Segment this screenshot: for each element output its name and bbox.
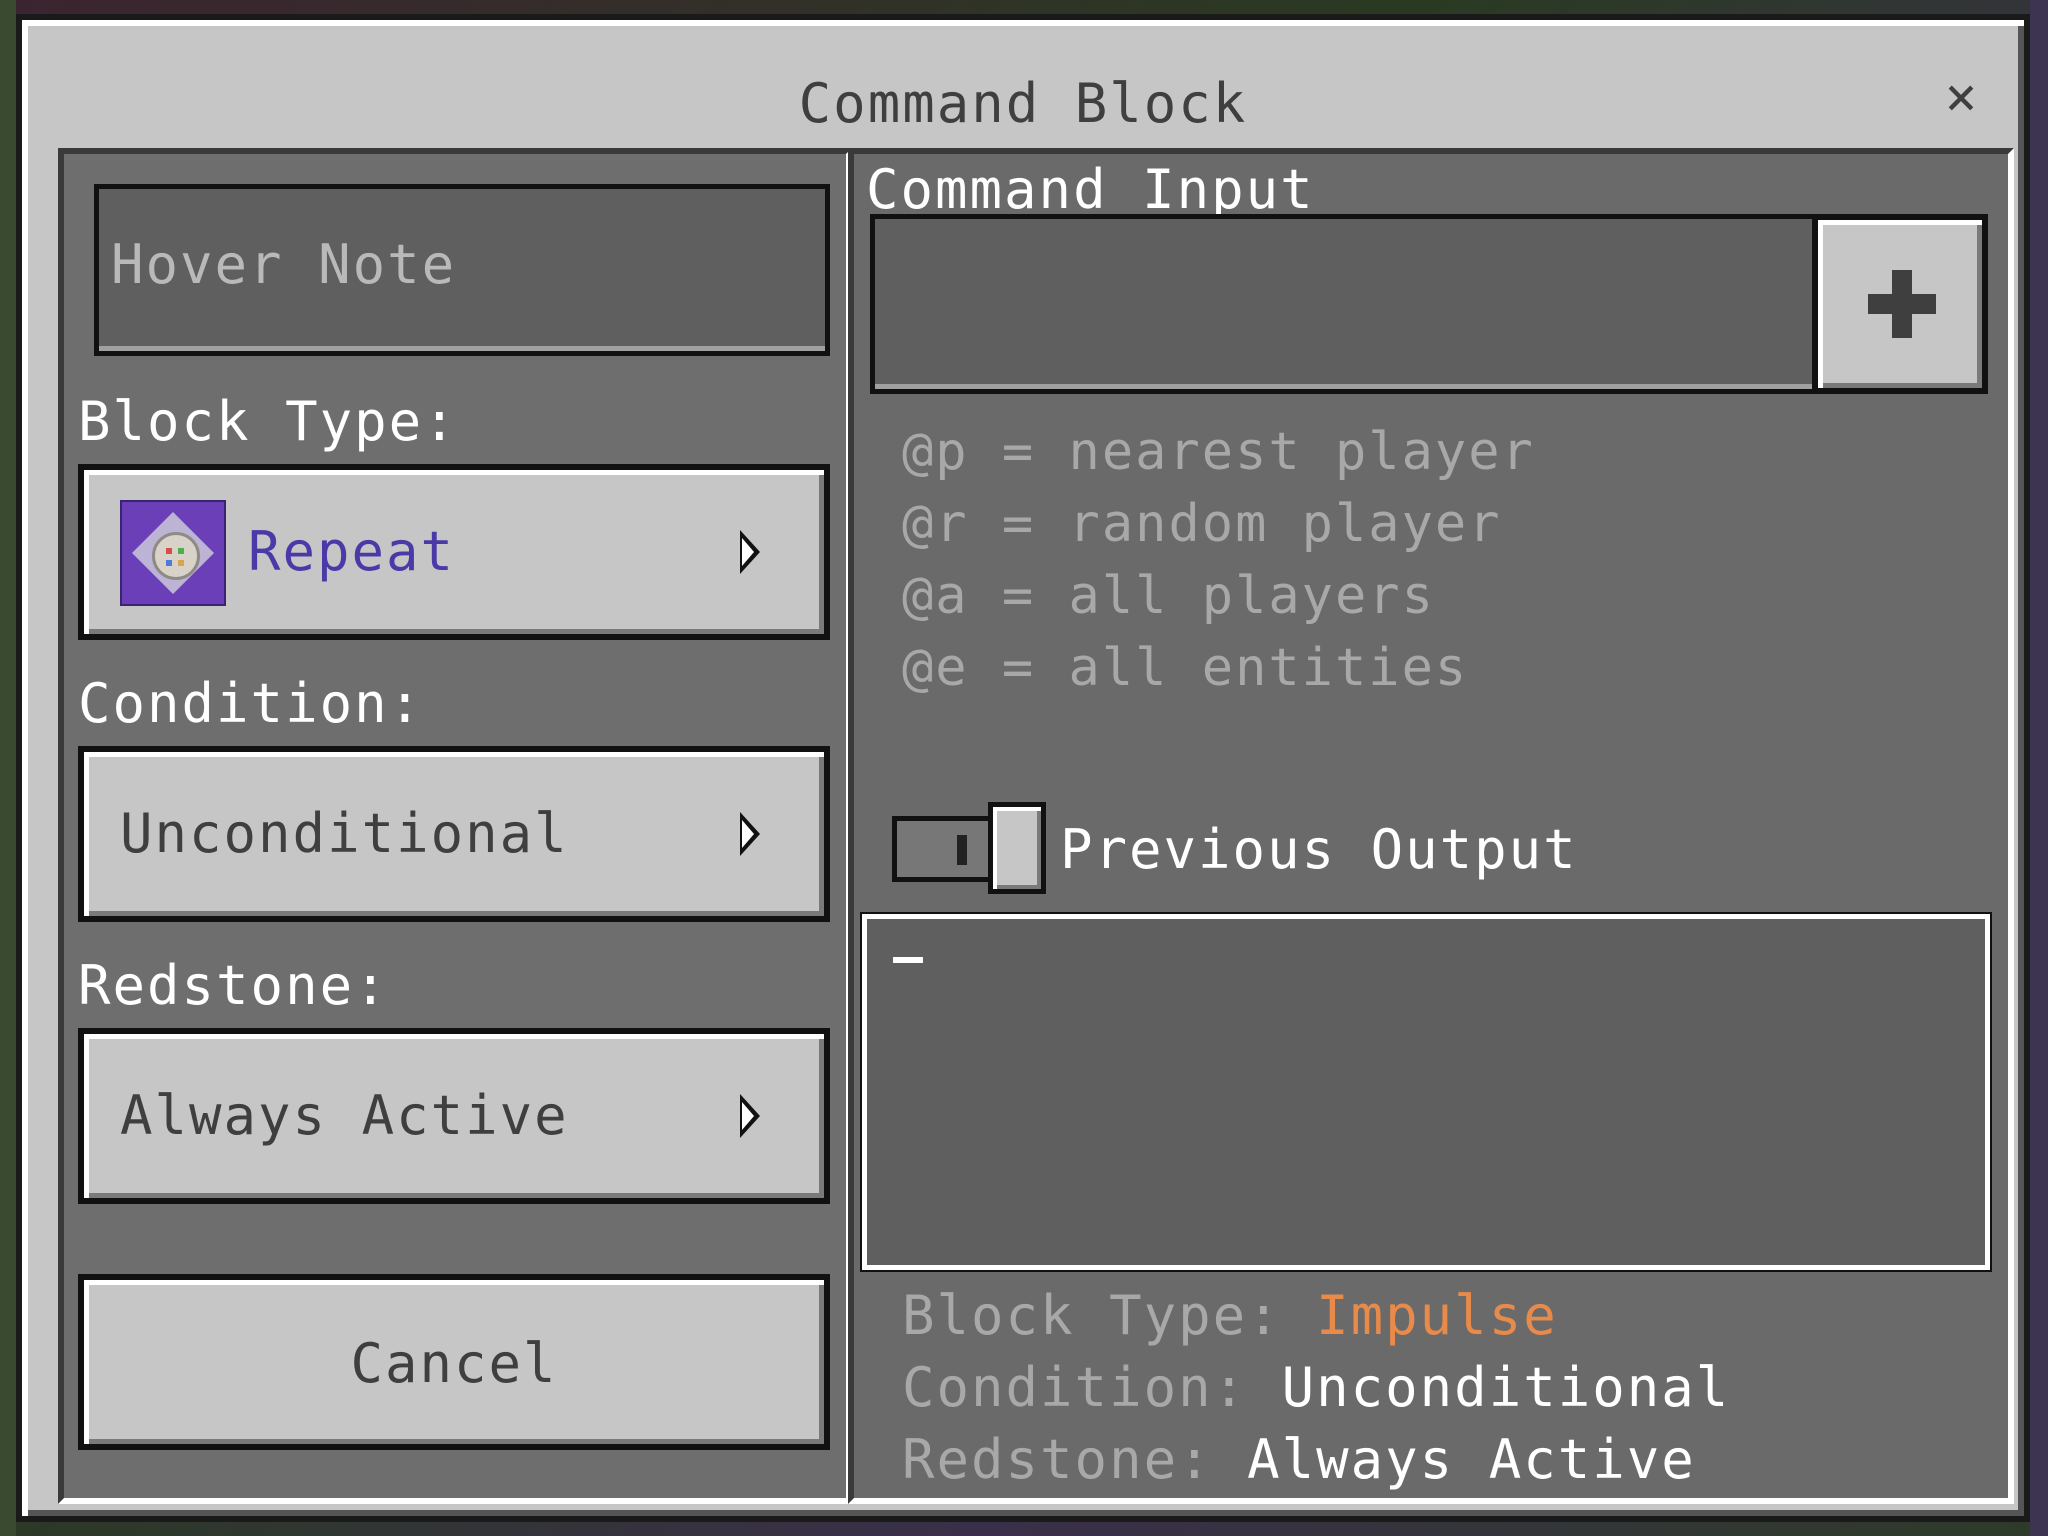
hover-note-placeholder: Hover Note xyxy=(111,233,457,296)
status-redstone-key: Redstone: xyxy=(902,1428,1213,1491)
toggle-track xyxy=(892,816,998,882)
status-condition-key: Condition: xyxy=(902,1356,1248,1419)
cancel-button[interactable]: Cancel xyxy=(78,1274,830,1450)
dialog-title: Command Block xyxy=(798,72,1248,135)
status-condition: Condition: Unconditional xyxy=(902,1356,1730,1419)
command-panel: Command Input @p = nearest player @r = r… xyxy=(848,148,2014,1504)
hint-random-player: @r = random player xyxy=(902,494,1502,554)
world-background-left xyxy=(0,0,16,1536)
world-background-right xyxy=(2030,0,2048,1536)
condition-label: Condition: xyxy=(78,672,424,735)
hover-note-input[interactable]: Hover Note xyxy=(94,184,830,356)
block-type-value: Repeat xyxy=(248,520,456,583)
hint-all-players: @a = all players xyxy=(902,566,1435,626)
status-redstone: Redstone: Always Active xyxy=(902,1428,1696,1491)
previous-output-box[interactable] xyxy=(860,912,1992,1272)
text-cursor xyxy=(893,957,923,963)
status-block-type-key: Block Type: xyxy=(902,1284,1282,1347)
previous-output-toggle[interactable] xyxy=(892,802,1046,894)
status-block-type: Block Type: Impulse xyxy=(902,1284,1558,1347)
toggle-knob xyxy=(988,802,1046,894)
cancel-label: Cancel xyxy=(350,1332,558,1395)
status-redstone-value: Always Active xyxy=(1247,1428,1696,1491)
hint-nearest-player: @p = nearest player xyxy=(902,422,1535,482)
settings-panel: Hover Note Block Type: Repeat Condition:… xyxy=(58,148,852,1504)
condition-value: Unconditional xyxy=(120,802,569,865)
hint-all-entities: @e = all entities xyxy=(902,638,1469,698)
command-input[interactable] xyxy=(870,214,1818,394)
status-block-type-value: Impulse xyxy=(1316,1284,1558,1347)
repeat-command-block-icon xyxy=(120,500,226,606)
redstone-dropdown[interactable]: Always Active xyxy=(78,1028,830,1204)
chevron-right-icon xyxy=(740,530,760,574)
previous-output-label: Previous Output xyxy=(1060,818,1578,881)
chevron-right-icon xyxy=(740,1094,760,1138)
command-block-dialog: Command Block × Hover Note Block Type: R… xyxy=(16,14,2030,1522)
condition-dropdown[interactable]: Unconditional xyxy=(78,746,830,922)
redstone-value: Always Active xyxy=(120,1084,569,1147)
status-condition-value: Unconditional xyxy=(1281,1356,1731,1419)
block-type-label: Block Type: xyxy=(78,390,458,453)
block-type-dropdown[interactable]: Repeat xyxy=(78,464,830,640)
command-input-label: Command Input xyxy=(866,158,1315,221)
add-command-button[interactable] xyxy=(1812,214,1988,394)
redstone-label: Redstone: xyxy=(78,954,389,1017)
chevron-right-icon xyxy=(740,812,760,856)
close-icon[interactable]: × xyxy=(1936,70,1986,124)
